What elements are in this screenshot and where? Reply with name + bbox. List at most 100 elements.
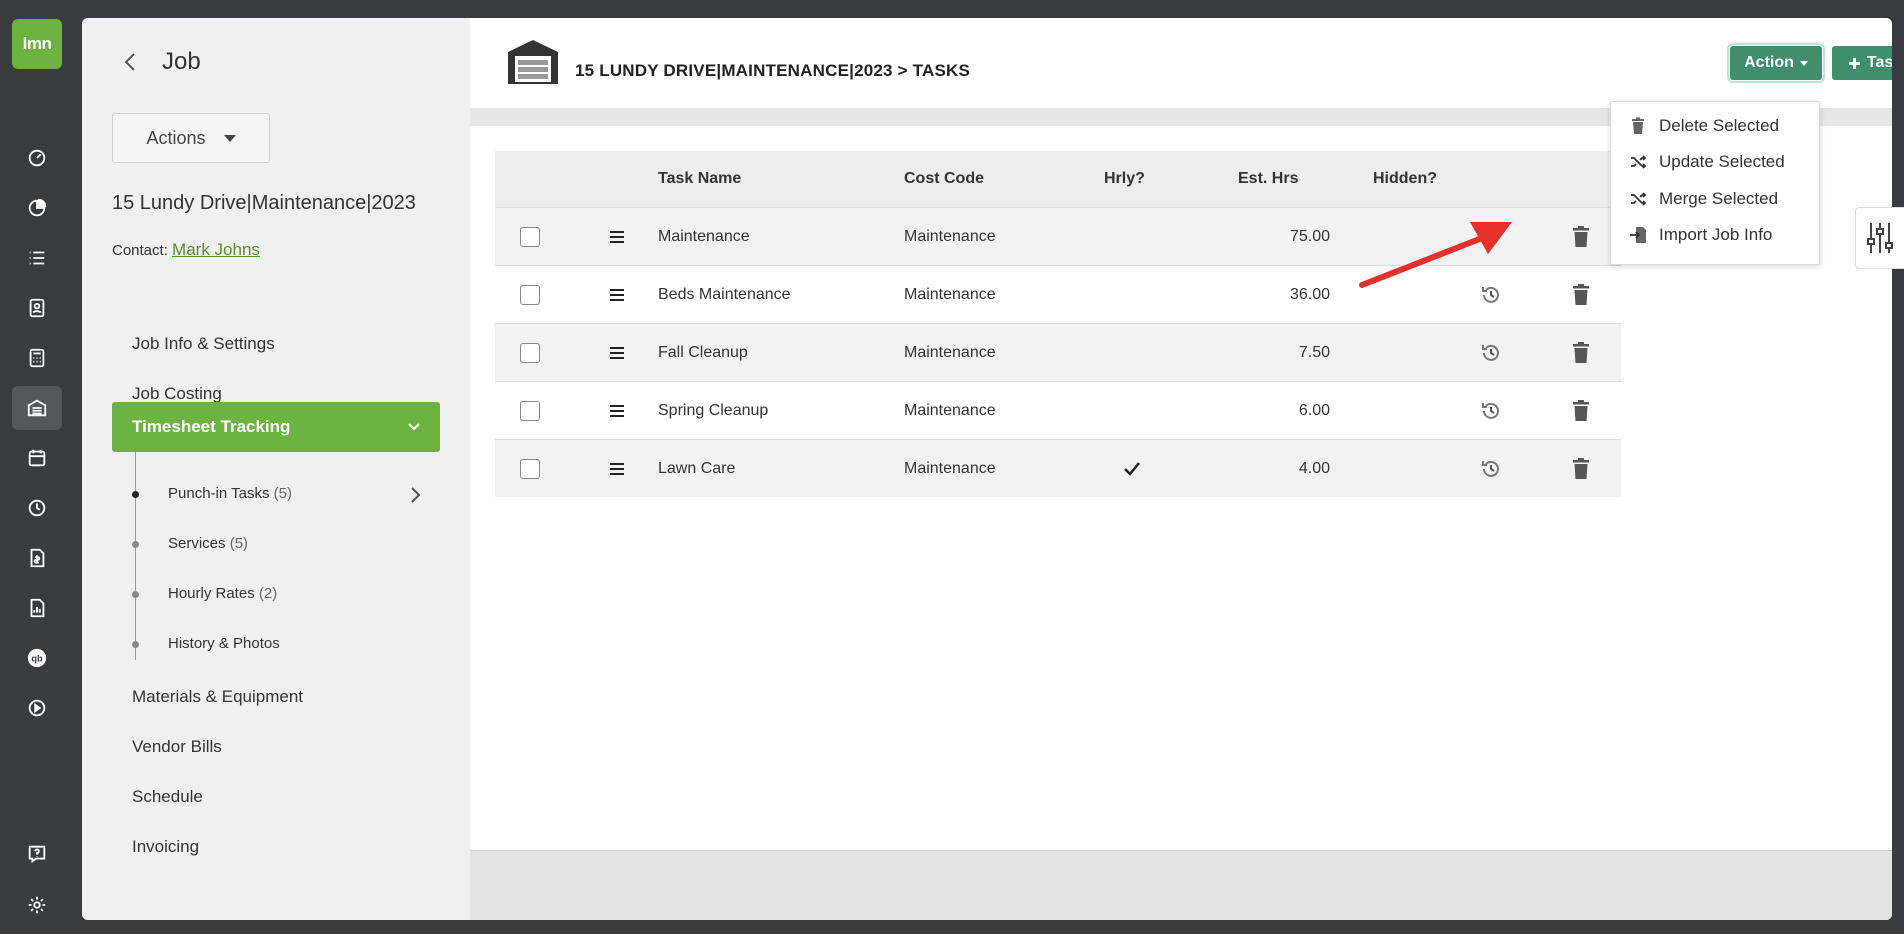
side-title: Job xyxy=(162,48,201,75)
invoice-icon[interactable] xyxy=(12,536,62,580)
settings-icon[interactable] xyxy=(12,883,62,927)
trash-icon[interactable] xyxy=(1572,440,1590,497)
contacts-icon[interactable] xyxy=(12,286,62,330)
tasks-header: 15 LUNDY DRIVE|MAINTENANCE|2023 > TASKS … xyxy=(470,18,1892,108)
col-cost-code[interactable]: Cost Code xyxy=(904,151,984,207)
calendar-icon[interactable] xyxy=(12,436,62,480)
table-row[interactable]: Beds Maintenance Maintenance 36.00 xyxy=(495,265,1621,323)
history-icon[interactable] xyxy=(1480,440,1502,497)
col-task-name[interactable]: Task Name xyxy=(658,151,741,207)
jobs-icon[interactable] xyxy=(12,386,62,430)
nav-job-info[interactable]: Job Info & Settings xyxy=(132,334,275,354)
cell-task-name[interactable]: Spring Cleanup xyxy=(658,382,768,439)
sub-nav-dot xyxy=(132,641,139,648)
table-row[interactable]: Maintenance Maintenance 75.00 xyxy=(495,207,1621,265)
menu-item-label: Update Selected xyxy=(1659,152,1785,171)
nav-timesheet-tracking[interactable]: Timesheet Tracking xyxy=(112,402,440,452)
menu-delete-selected[interactable]: Delete Selected xyxy=(1629,116,1779,136)
nav-timesheet-label: Timesheet Tracking xyxy=(132,417,291,436)
caret-down-icon xyxy=(223,134,236,142)
clock-icon[interactable] xyxy=(12,486,62,530)
col-hidden[interactable]: Hidden? xyxy=(1373,151,1437,207)
cell-est-hrs: 6.00 xyxy=(1298,401,1330,419)
table-row[interactable]: Fall Cleanup Maintenance 7.50 xyxy=(495,323,1621,381)
nav-job-costing[interactable]: Job Costing xyxy=(132,384,222,404)
lmn-logo[interactable]: lmn xyxy=(12,19,62,69)
history-icon[interactable] xyxy=(1480,266,1502,323)
sub-nav-count: (5) xyxy=(229,535,249,552)
menu-import-job-info[interactable]: Import Job Info xyxy=(1629,225,1772,245)
row-checkbox[interactable] xyxy=(520,458,540,479)
menu-item-label: Merge Selected xyxy=(1659,189,1779,208)
cell-cost-code: Maintenance xyxy=(904,343,996,361)
menu-merge-selected[interactable]: Merge Selected xyxy=(1629,189,1778,209)
row-checkbox[interactable] xyxy=(520,400,540,421)
list-icon[interactable] xyxy=(12,236,62,280)
help-icon[interactable] xyxy=(12,832,62,876)
play-icon[interactable] xyxy=(12,686,62,730)
history-icon[interactable] xyxy=(1480,324,1502,381)
actions-dropdown-button[interactable]: Actions xyxy=(112,113,270,163)
back-chevron-icon[interactable] xyxy=(120,49,140,75)
sub-nav-punch-in-tasks[interactable]: Punch-in Tasks (5) xyxy=(168,485,292,502)
drag-handle-icon[interactable] xyxy=(610,208,624,265)
row-checkbox[interactable] xyxy=(520,284,540,305)
table-row[interactable]: Lawn Care Maintenance 4.00 xyxy=(495,439,1621,497)
cell-cost-code: Maintenance xyxy=(904,285,996,303)
trash-icon[interactable] xyxy=(1572,266,1590,323)
sub-nav-line xyxy=(135,452,136,660)
trash-icon[interactable] xyxy=(1572,382,1590,439)
table-row[interactable]: Spring Cleanup Maintenance 6.00 xyxy=(495,381,1621,439)
chevron-right-icon[interactable] xyxy=(410,486,422,504)
drag-handle-icon[interactable] xyxy=(610,324,624,381)
quickbooks-icon[interactable]: qb xyxy=(12,636,62,680)
row-checkbox-cell xyxy=(520,440,540,497)
sub-nav-hourly-rates[interactable]: Hourly Rates (2) xyxy=(168,585,277,602)
caret-down-icon xyxy=(1799,60,1808,66)
cell-task-name[interactable]: Lawn Care xyxy=(658,440,735,497)
nav-invoicing[interactable]: Invoicing xyxy=(132,837,199,857)
column-settings-tab[interactable] xyxy=(1855,207,1904,269)
drag-handle-icon[interactable] xyxy=(610,440,624,497)
col-hourly[interactable]: Hrly? xyxy=(1104,151,1145,207)
menu-update-selected[interactable]: Update Selected xyxy=(1629,152,1785,172)
cell-est-hrs: 75.00 xyxy=(1289,227,1330,245)
row-checkbox[interactable] xyxy=(520,342,540,363)
cell-task-name[interactable]: Beds Maintenance xyxy=(658,266,791,323)
contact-link[interactable]: Mark Johns xyxy=(172,240,260,259)
history-icon[interactable] xyxy=(1480,382,1502,439)
drag-handle-icon[interactable] xyxy=(610,382,624,439)
svg-text:qb: qb xyxy=(31,654,43,664)
cell-task-name[interactable]: Maintenance xyxy=(658,208,750,265)
trash-icon[interactable] xyxy=(1572,324,1590,381)
action-label: Action xyxy=(1744,54,1794,71)
action-dropdown-button[interactable]: Action xyxy=(1727,43,1825,83)
history-icon[interactable] xyxy=(1480,208,1502,265)
nav-vendor-bills[interactable]: Vendor Bills xyxy=(132,737,222,757)
cell-cost-code: Maintenance xyxy=(904,227,996,245)
cell-cost-code: Maintenance xyxy=(904,459,996,477)
sub-nav-history-photos[interactable]: History & Photos xyxy=(168,635,280,652)
cell-est-hrs: 36.00 xyxy=(1289,285,1330,303)
cell-task-name[interactable]: Fall Cleanup xyxy=(658,324,748,381)
dashboard-icon[interactable] xyxy=(12,136,62,180)
sub-nav-count: (5) xyxy=(273,485,292,502)
col-est-hrs[interactable]: Est. Hrs xyxy=(1238,151,1298,207)
sub-nav-services[interactable]: Services (5) xyxy=(168,535,248,552)
sub-nav-label: History & Photos xyxy=(168,635,280,652)
cell-est-hrs: 7.50 xyxy=(1298,343,1330,361)
nav-schedule[interactable]: Schedule xyxy=(132,787,203,807)
drag-handle-icon[interactable] xyxy=(610,266,624,323)
add-task-button[interactable]: Task xyxy=(1832,46,1892,80)
report-icon[interactable] xyxy=(12,586,62,630)
menu-item-label: Delete Selected xyxy=(1659,116,1780,135)
calculator-icon[interactable] xyxy=(12,336,62,380)
nav-materials-equipment[interactable]: Materials & Equipment xyxy=(132,687,303,707)
contact-line: Contact: Mark Johns xyxy=(112,240,260,260)
action-menu: Delete Selected Update Selected Merge Se… xyxy=(1610,101,1820,265)
checkmark-icon xyxy=(1124,440,1140,497)
pie-chart-icon[interactable] xyxy=(12,186,62,230)
logo-text: lmn xyxy=(22,34,52,53)
row-checkbox[interactable] xyxy=(520,226,540,247)
trash-icon[interactable] xyxy=(1572,208,1590,265)
